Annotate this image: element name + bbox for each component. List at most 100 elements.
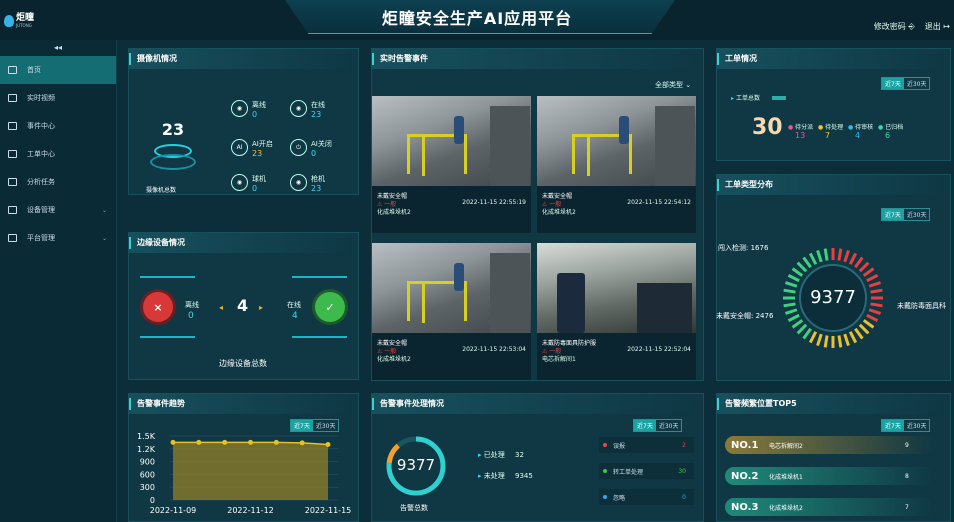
alarm-card[interactable]: 未戴防毒面具防护服 ⚠ 一般 电芯拆解间1 2022-11-15 22:52:04 bbox=[537, 243, 696, 380]
x-tick-label: 2022-11-09 bbox=[150, 506, 197, 515]
alarm-card[interactable]: 未戴安全帽 ⚠ 一般 化成堆垛机2 2022-11-15 22:53:04 bbox=[372, 243, 531, 380]
camera-total-widget: 23 摄像机总数 bbox=[146, 102, 198, 194]
range-7d-button[interactable]: 近7天 bbox=[882, 209, 904, 220]
sidebar-item-3[interactable]: 工单中心 bbox=[0, 140, 116, 168]
camera-total-label: 摄像机总数 bbox=[146, 187, 177, 194]
chevron-down-icon: ⌄ bbox=[685, 81, 692, 89]
camera-stat-label: 在线 bbox=[311, 101, 325, 109]
order-stat: ● 待处理 7 bbox=[818, 122, 843, 140]
y-tick-label: 1.5K bbox=[137, 432, 156, 441]
app: 炬瞳安全生产AI应用平台 炬瞳 JUTONG 修改密码 ⎆ 退出 ↦ ◂◂ 首页… bbox=[0, 0, 954, 522]
orders-range-toggle: 近7天 近30天 bbox=[881, 77, 931, 90]
sidebar-item-1[interactable]: 实时视频 bbox=[0, 84, 116, 112]
sidebar-item-label: 平台管理 bbox=[27, 234, 55, 242]
alarm-card[interactable]: 未戴安全帽 ⚠ 一般 化成堆垛机2 2022-11-15 22:55:19 bbox=[372, 96, 531, 233]
range-7d-button[interactable]: 近7天 bbox=[882, 78, 904, 89]
app-title: 炬瞳安全生产AI应用平台 bbox=[381, 9, 573, 28]
dome-camera-icon: ◉ bbox=[231, 174, 248, 191]
online-device-icon: ✓ bbox=[315, 292, 345, 322]
bullet-icon: ▸ bbox=[478, 451, 482, 459]
change-password-link[interactable]: 修改密码 ⎆ bbox=[874, 21, 915, 32]
alarm-type-filter[interactable]: 全部类型 ⌄ bbox=[655, 80, 691, 90]
order-stat-value: 7 bbox=[825, 131, 831, 140]
chevron-down-icon: ⌄ bbox=[101, 206, 107, 214]
logo-text: 炬瞳 bbox=[16, 13, 35, 23]
edge-offline-value: 0 bbox=[188, 311, 194, 321]
panel-title: 告警频繁位置TOP5 bbox=[717, 394, 950, 414]
processed-value: 32 bbox=[514, 451, 524, 459]
sidebar-item-5[interactable]: 设备管理 ⌄ bbox=[0, 196, 116, 224]
y-tick-label: 1.2K bbox=[137, 445, 156, 454]
processing-row-value: 2 bbox=[682, 441, 686, 449]
logout-link[interactable]: 退出 ↦ bbox=[925, 21, 950, 32]
sidebar-item-0[interactable]: 首页 bbox=[0, 56, 116, 84]
panel-title: 实时告警事件 bbox=[372, 49, 703, 69]
legend-swatch bbox=[771, 96, 786, 100]
range-30d-button[interactable]: 近30天 bbox=[904, 420, 930, 431]
order-total-value: 30 bbox=[752, 115, 783, 140]
camera-icon: ◉ bbox=[290, 100, 307, 117]
gauge-tick bbox=[816, 249, 823, 263]
gauge-label-helmet: 未戴安全帽: 2476 bbox=[716, 312, 774, 320]
camera-stat-label: AI关闭 bbox=[311, 140, 332, 148]
gauge-tick bbox=[862, 319, 875, 329]
order-types-total: 9377 bbox=[810, 287, 856, 308]
order-stat: ● 待分派 13 bbox=[788, 122, 813, 140]
collapse-sidebar-button[interactable]: ◂◂ bbox=[0, 40, 116, 56]
order-stat-label: 待审核 bbox=[855, 124, 874, 131]
alarm-snapshot-image bbox=[372, 96, 531, 186]
gauge-tick bbox=[837, 248, 843, 261]
camera-stat: ◉ 枪机 23 bbox=[290, 174, 325, 194]
camera-stat-value: 0 bbox=[252, 110, 258, 119]
gauge-tick bbox=[816, 333, 823, 347]
sidebar-item-label: 设备管理 bbox=[27, 206, 55, 214]
divider bbox=[292, 336, 347, 338]
y-tick-label: 900 bbox=[140, 458, 155, 467]
gauge-tick bbox=[823, 248, 829, 261]
order-stat: ● 待审核 4 bbox=[848, 122, 873, 140]
alarm-time: 2022-11-15 22:52:04 bbox=[627, 346, 691, 353]
arrow-right-icon: ▸ bbox=[259, 303, 264, 312]
area-fill bbox=[173, 442, 328, 500]
range-7d-button[interactable]: 近7天 bbox=[882, 420, 904, 431]
camera-total-value: 23 bbox=[161, 120, 185, 139]
sidebar-item-label: 首页 bbox=[27, 66, 41, 74]
location-count: 7 bbox=[905, 503, 909, 511]
sidebar-item-4[interactable]: 分析任务 bbox=[0, 168, 116, 196]
order-stat-label: 待分派 bbox=[795, 124, 814, 131]
processed-label: 已处理 bbox=[483, 451, 505, 459]
gauge-tick bbox=[802, 327, 812, 340]
sidebar-item-6[interactable]: 平台管理 ⌄ bbox=[0, 224, 116, 252]
unprocessed-value: 9345 bbox=[514, 472, 533, 480]
sidebar-item-label: 事件中心 bbox=[27, 122, 55, 130]
gauge-tick bbox=[848, 331, 858, 344]
camera-stat-label: 枪机 bbox=[311, 175, 325, 183]
logo-icon bbox=[4, 15, 14, 27]
gauge-tick bbox=[784, 281, 798, 288]
home-icon bbox=[8, 66, 17, 74]
range-30d-button[interactable]: 近30天 bbox=[656, 420, 682, 431]
processing-row: 忽略 0 bbox=[599, 489, 694, 505]
gauge-tick bbox=[784, 308, 798, 315]
camera-stat: ◉ 球机 0 bbox=[231, 174, 266, 194]
alarm-device: 化成堆垛机2 bbox=[377, 356, 411, 363]
range-30d-button[interactable]: 近30天 bbox=[904, 209, 930, 220]
monitor-icon bbox=[8, 122, 17, 130]
alarm-device: 化成堆垛机2 bbox=[542, 209, 576, 216]
data-point bbox=[222, 439, 228, 445]
platform-icon bbox=[8, 234, 17, 242]
gauge-tick bbox=[848, 252, 858, 265]
data-point bbox=[248, 439, 253, 445]
gauge-tick bbox=[866, 273, 879, 283]
camera-icon bbox=[8, 94, 17, 102]
alarm-card[interactable]: 未戴安全帽 ⚠ 一般 化成堆垛机2 2022-11-15 22:54:12 bbox=[537, 96, 696, 233]
gauge-tick bbox=[858, 323, 870, 335]
device-icon bbox=[8, 206, 17, 214]
location-name: 化成堆垛机2 bbox=[769, 504, 803, 512]
gauge-tick bbox=[854, 256, 864, 269]
range-7d-button[interactable]: 近7天 bbox=[634, 420, 656, 431]
data-point bbox=[299, 440, 305, 446]
sidebar-item-2[interactable]: 事件中心 bbox=[0, 112, 116, 140]
data-point bbox=[273, 439, 279, 445]
range-30d-button[interactable]: 近30天 bbox=[904, 78, 930, 89]
